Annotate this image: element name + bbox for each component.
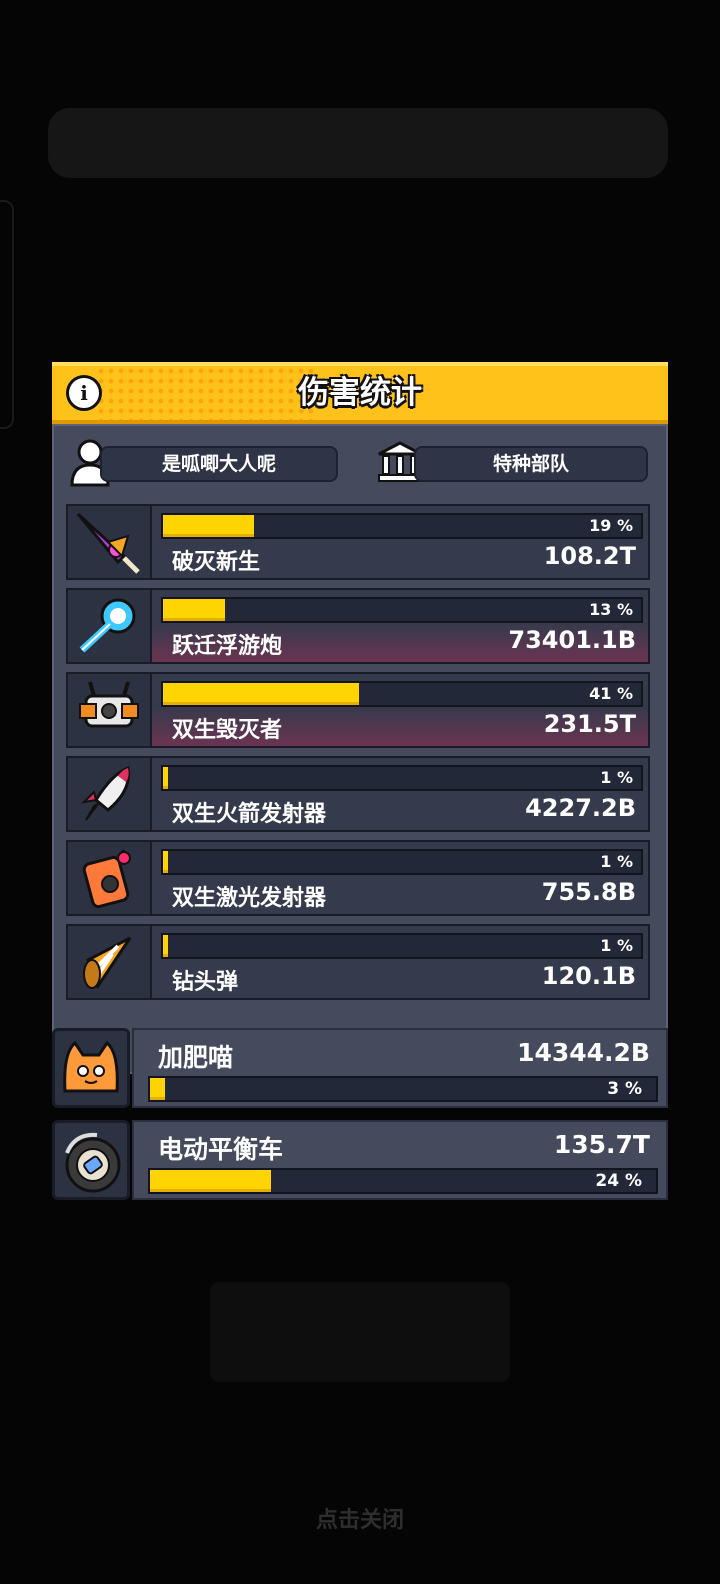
damage-bar: 1 % bbox=[161, 765, 643, 791]
icon-frame bbox=[52, 1120, 130, 1200]
row-body: 1 % 钻头弹 120.1B bbox=[152, 924, 650, 1000]
pet-name: 电动平衡车 bbox=[158, 1135, 284, 1164]
icon-frame bbox=[66, 756, 152, 832]
pet-row: 加肥喵 14344.2B 3 % bbox=[52, 1028, 668, 1108]
damage-percent: 13 % bbox=[589, 600, 633, 619]
weapon-damage: 4227.2B bbox=[525, 794, 636, 822]
damage-bar-fill bbox=[163, 515, 254, 537]
title-bar: i 伤害统计 bbox=[52, 362, 668, 424]
damage-bar: 13 % bbox=[161, 597, 643, 623]
drill-shell-icon bbox=[83, 936, 132, 990]
damage-percent: 3 % bbox=[607, 1079, 642, 1099]
damage-percent: 19 % bbox=[589, 516, 633, 535]
weapon-name: 双生火箭发射器 bbox=[172, 802, 327, 827]
weapon-name: 双生激光发射器 bbox=[172, 886, 327, 911]
damage-bar: 3 % bbox=[148, 1076, 658, 1102]
damage-bar-fill bbox=[163, 767, 168, 789]
weapon-row: 41 % 双生毁灭者 231.5T bbox=[66, 672, 650, 748]
weapon-damage: 120.1B bbox=[541, 962, 636, 990]
row-body: 19 % 破灭新生 108.2T bbox=[152, 504, 650, 580]
row-body: 1 % 双生火箭发射器 4227.2B bbox=[152, 756, 650, 832]
weapon-name: 破灭新生 bbox=[172, 550, 261, 575]
weapon-row: 19 % 破灭新生 108.2T bbox=[66, 504, 650, 580]
close-hint[interactable]: 点击关闭 bbox=[0, 1502, 720, 1534]
damage-percent: 41 % bbox=[589, 684, 633, 703]
rocket-icon bbox=[81, 765, 131, 821]
orange-cat-icon bbox=[63, 1040, 119, 1093]
pet-name: 加肥喵 bbox=[158, 1043, 234, 1072]
damage-percent: 1 % bbox=[600, 852, 633, 871]
row-body: 13 % 跃迁浮游炮 73401.1B bbox=[152, 588, 650, 664]
damage-percent: 1 % bbox=[600, 768, 633, 787]
dialog-title: 伤害统计 bbox=[298, 375, 422, 411]
weapon-damage: 231.5T bbox=[543, 710, 636, 738]
damage-bar: 41 % bbox=[161, 681, 643, 707]
pet-row: 电动平衡车 135.7T 24 % bbox=[52, 1120, 668, 1200]
weapon-name: 跃迁浮游炮 bbox=[172, 634, 283, 659]
row-body: 41 % 双生毁灭者 231.5T bbox=[152, 672, 650, 748]
damage-bar-fill bbox=[150, 1078, 166, 1100]
icon-frame bbox=[66, 504, 152, 580]
damage-bar-fill bbox=[163, 683, 359, 705]
damage-percent: 1 % bbox=[600, 936, 633, 955]
row-body: 1 % 双生激光发射器 755.8B bbox=[152, 840, 650, 916]
damage-bar: 19 % bbox=[161, 513, 643, 539]
balance-wheel-icon bbox=[65, 1132, 121, 1193]
guild-name: 特种部队 bbox=[414, 446, 648, 482]
background-banner bbox=[48, 108, 668, 178]
twin-destroyer-drone-icon bbox=[79, 681, 139, 728]
purple-sword-icon bbox=[76, 512, 140, 574]
damage-bar-fill bbox=[163, 851, 168, 873]
pet-damage: 135.7T bbox=[553, 1130, 650, 1159]
weapon-row: 1 % 双生火箭发射器 4227.2B bbox=[66, 756, 650, 832]
icon-frame bbox=[52, 1028, 130, 1108]
weapon-damage: 755.8B bbox=[541, 878, 636, 906]
icon-frame bbox=[66, 672, 152, 748]
weapon-damage: 73401.1B bbox=[508, 626, 636, 654]
icon-frame bbox=[66, 840, 152, 916]
damage-bar: 1 % bbox=[161, 933, 643, 959]
background-button bbox=[210, 1282, 510, 1382]
weapon-name: 钻头弹 bbox=[172, 970, 239, 995]
icon-frame bbox=[66, 924, 152, 1000]
damage-bar: 1 % bbox=[161, 849, 643, 875]
damage-bar-fill bbox=[150, 1170, 272, 1192]
laser-emitter-icon bbox=[82, 849, 131, 909]
player-name: 是呱唧大人呢 bbox=[100, 446, 338, 482]
weapon-row: 1 % 双生激光发射器 755.8B bbox=[66, 840, 650, 916]
damage-bar-fill bbox=[163, 599, 226, 621]
row-body: 电动平衡车 135.7T 24 % bbox=[132, 1120, 668, 1200]
stats-panel: 是呱唧大人呢 特种部队 19 % 破灭新生 108.2T 13 % 跃迁浮游炮 … bbox=[52, 424, 668, 1074]
blue-warp-cannon-icon bbox=[79, 598, 136, 653]
damage-bar-fill bbox=[163, 935, 168, 957]
weapon-damage: 108.2T bbox=[543, 542, 636, 570]
row-body: 加肥喵 14344.2B 3 % bbox=[132, 1028, 668, 1108]
weapon-row: 1 % 钻头弹 120.1B bbox=[66, 924, 650, 1000]
damage-percent: 24 % bbox=[595, 1171, 642, 1191]
weapon-name: 双生毁灭者 bbox=[172, 718, 283, 743]
icon-frame bbox=[66, 588, 152, 664]
weapon-row: 13 % 跃迁浮游炮 73401.1B bbox=[66, 588, 650, 664]
background-side-tab bbox=[0, 200, 14, 429]
damage-bar: 24 % bbox=[148, 1168, 658, 1194]
pet-damage: 14344.2B bbox=[517, 1038, 650, 1067]
